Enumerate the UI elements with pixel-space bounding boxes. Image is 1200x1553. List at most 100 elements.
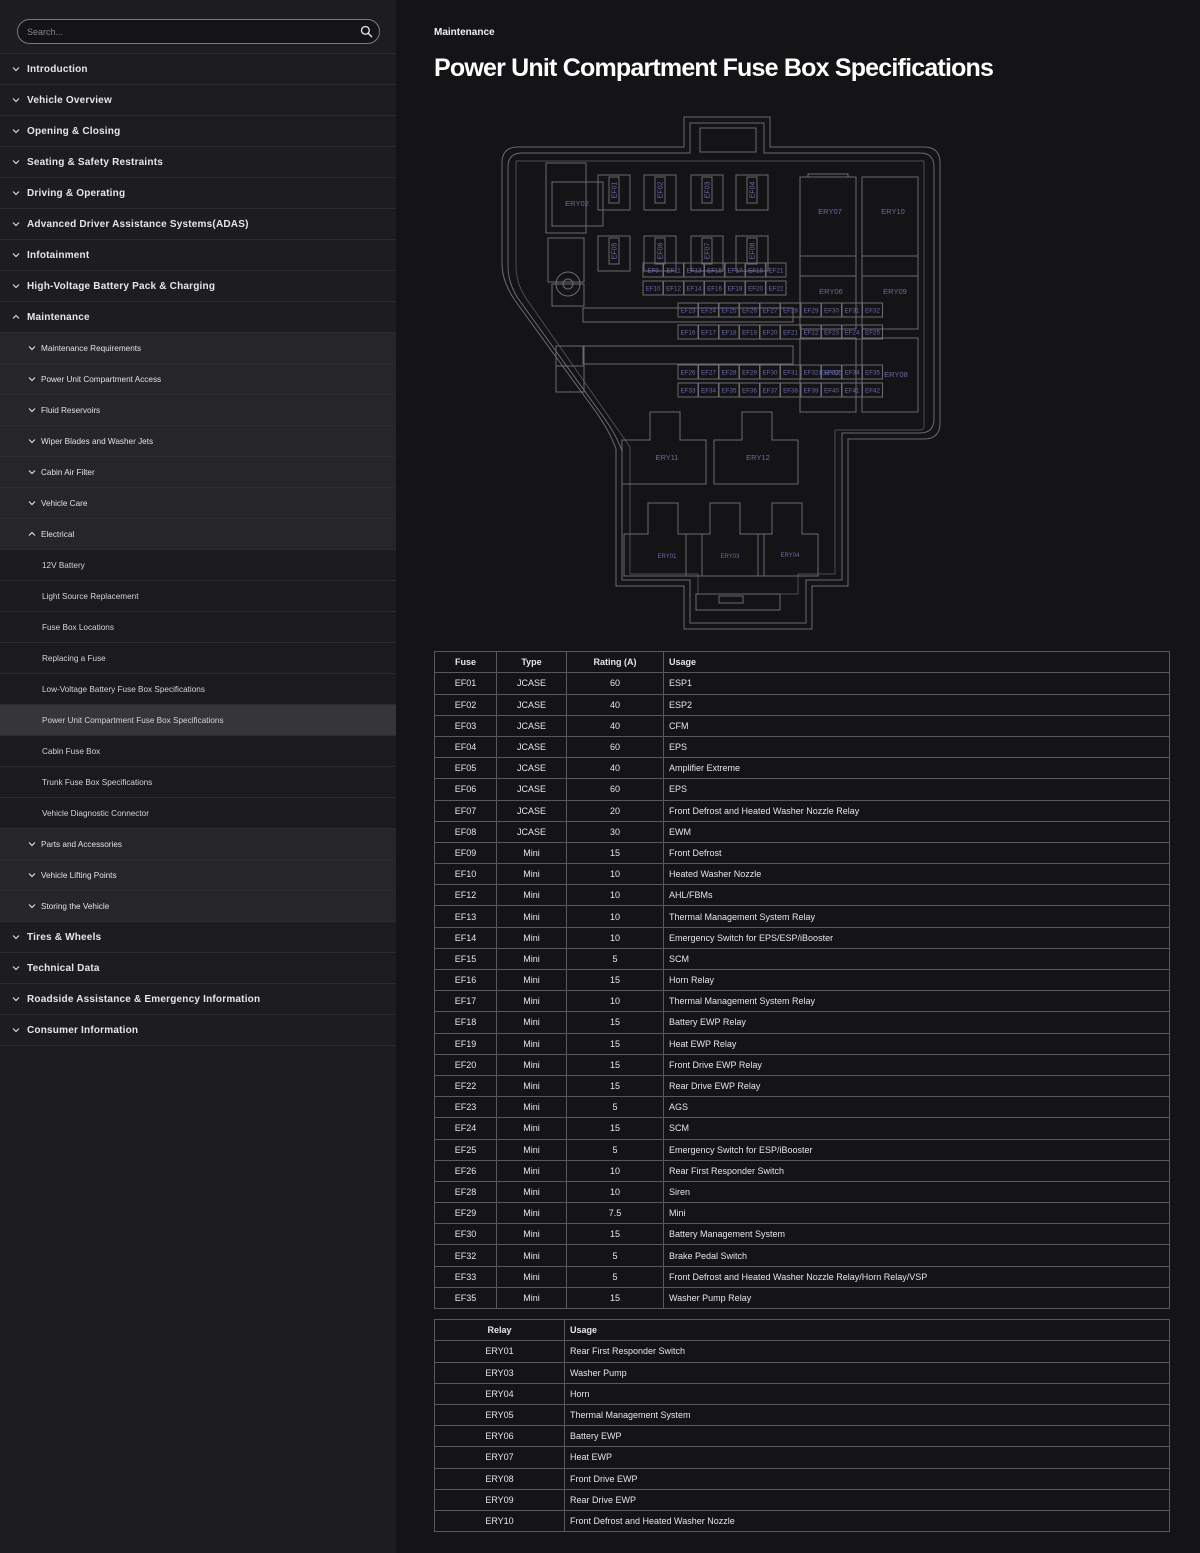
sidebar-item-power-unit-compartment-access[interactable]: Power Unit Compartment Access <box>0 364 396 395</box>
table-header-row: Fuse Type Rating (A) Usage <box>434 650 1170 674</box>
chevron-down-icon[interactable] <box>27 901 37 911</box>
relay-id-cell: ERY01 <box>434 1340 565 1363</box>
sidebar-item-tires-wheels[interactable]: Tires & Wheels <box>0 922 396 953</box>
fuse-rating-cell: 10 <box>566 863 664 886</box>
mini-fuse-label: EF12 <box>666 286 681 293</box>
sidebar-item-label: Seating & Safety Restraints <box>27 156 163 168</box>
table-row: EF04 JCASE 60 EPS <box>434 735 1170 759</box>
sidebar-item-label: Fluid Reservoirs <box>41 405 101 415</box>
chevron-down-icon[interactable] <box>11 64 21 74</box>
sidebar-item-light-source-replacement[interactable]: Light Source Replacement <box>0 581 396 612</box>
sidebar-item-technical-data[interactable]: Technical Data <box>0 953 396 984</box>
sidebar-item-fluid-reservoirs[interactable]: Fluid Reservoirs <box>0 395 396 426</box>
search-input[interactable] <box>27 24 347 39</box>
sidebar-item-infotainment[interactable]: Infotainment <box>0 240 396 271</box>
chevron-down-icon[interactable] <box>11 932 21 942</box>
chevron-down-icon[interactable] <box>11 126 21 136</box>
sidebar-item-introduction[interactable]: Introduction <box>0 54 396 85</box>
sidebar-item-maintenance-requirements[interactable]: Maintenance Requirements <box>0 333 396 364</box>
sidebar-item-maintenance[interactable]: Maintenance <box>0 302 396 333</box>
search-box[interactable] <box>17 19 380 44</box>
sidebar-item-low-voltage-battery-fuse-box-specifications[interactable]: Low-Voltage Battery Fuse Box Specificati… <box>0 674 396 705</box>
fuse-usage-cell: Battery EWP Relay <box>663 1011 1170 1034</box>
sidebar-item-storing-the-vehicle[interactable]: Storing the Vehicle <box>0 891 396 922</box>
sidebar-item-label: Vehicle Diagnostic Connector <box>42 808 149 818</box>
search-icon[interactable] <box>360 25 373 38</box>
fuse-usage-cell: AGS <box>663 1096 1170 1119</box>
sidebar-item-roadside-assistance-emergency-information[interactable]: Roadside Assistance & Emergency Informat… <box>0 984 396 1015</box>
chevron-down-icon[interactable] <box>27 870 37 880</box>
chevron-down-icon[interactable] <box>27 498 37 508</box>
jcase-fuse-label: EF03 <box>705 182 712 199</box>
chevron-down-icon[interactable] <box>11 219 21 229</box>
fuse-rating-cell: 60 <box>566 672 664 695</box>
sidebar-item-label: Power Unit Compartment Fuse Box Specific… <box>42 715 224 725</box>
fuse-box-diagram: EF01 EF02 EF03 EF04 EF05 EF06 EF07 EF08 EF9 EF1… <box>501 116 941 630</box>
sidebar-item-label: Consumer Information <box>27 1024 139 1036</box>
sidebar-item-advanced-driver-assistance-systems-adas[interactable]: Advanced Driver Assistance Systems(ADAS) <box>0 209 396 240</box>
search-bar <box>0 0 396 54</box>
chevron-down-icon[interactable] <box>27 374 37 384</box>
sidebar-item-vehicle-overview[interactable]: Vehicle Overview <box>0 85 396 116</box>
sidebar-item-high-voltage-battery-pack-charging[interactable]: High-Voltage Battery Pack & Charging <box>0 271 396 302</box>
fuse-usage-cell: Front Defrost and Heated Washer Nozzle R… <box>663 1265 1170 1288</box>
fuse-id-cell: EF07 <box>434 799 497 822</box>
table-row: EF14 Mini 10 Emergency Switch for EPS/ESP/i… <box>434 926 1170 949</box>
fuse-type-cell: Mini <box>496 1265 567 1288</box>
chevron-down-icon[interactable] <box>11 250 21 260</box>
chevron-down-icon[interactable] <box>27 839 37 849</box>
fuse-id-cell: EF16 <box>434 969 497 992</box>
mini-fuse-label: EF16 <box>681 330 696 337</box>
sidebar-item-opening-closing[interactable]: Opening & Closing <box>0 116 396 147</box>
sidebar-item-vehicle-care[interactable]: Vehicle Care <box>0 488 396 519</box>
sidebar-item-parts-and-accessories[interactable]: Parts and Accessories <box>0 829 396 860</box>
sidebar-item-seating-safety-restraints[interactable]: Seating & Safety Restraints <box>0 147 396 178</box>
chevron-down-icon[interactable] <box>11 994 21 1004</box>
sidebar-item-consumer-information[interactable]: Consumer Information <box>0 1015 396 1046</box>
chevron-down-icon[interactable] <box>11 963 21 973</box>
fuse-id-cell: EF20 <box>434 1053 497 1076</box>
sidebar-item-label: Roadside Assistance & Emergency Informat… <box>27 993 261 1005</box>
relay-id-cell: ERY08 <box>434 1467 565 1490</box>
fuse-type-cell: Mini <box>496 1159 567 1182</box>
sidebar-item-driving-operating[interactable]: Driving & Operating <box>0 178 396 209</box>
chevron-up-icon[interactable] <box>27 529 37 539</box>
sidebar-item-12v-battery[interactable]: 12V Battery <box>0 550 396 581</box>
breadcrumb[interactable]: Maintenance <box>434 27 495 38</box>
chevron-down-icon[interactable] <box>11 281 21 291</box>
sidebar-item-electrical[interactable]: Electrical <box>0 519 396 550</box>
chevron-down-icon[interactable] <box>11 1025 21 1035</box>
sidebar-item-trunk-fuse-box-specifications[interactable]: Trunk Fuse Box Specifications <box>0 767 396 798</box>
chevron-down-icon[interactable] <box>11 188 21 198</box>
relay-usage-cell: Rear First Responder Switch <box>564 1340 1170 1363</box>
sidebar-item-cabin-fuse-box[interactable]: Cabin Fuse Box <box>0 736 396 767</box>
sidebar-item-power-unit-compartment-fuse-box-specifications[interactable]: Power Unit Compartment Fuse Box Specific… <box>0 705 396 736</box>
chevron-down-icon[interactable] <box>27 405 37 415</box>
sidebar-item-vehicle-diagnostic-connector[interactable]: Vehicle Diagnostic Connector <box>0 798 396 829</box>
sidebar-item-fuse-box-locations[interactable]: Fuse Box Locations <box>0 612 396 643</box>
sidebar-item-label: Fuse Box Locations <box>42 622 114 632</box>
chevron-down-icon[interactable] <box>27 467 37 477</box>
mini-fuse-label: EF10 <box>646 286 661 293</box>
sidebar-item-replacing-a-fuse[interactable]: Replacing a Fuse <box>0 643 396 674</box>
table-row: EF22 Mini 15 Rear Drive EWP Relay <box>434 1074 1170 1098</box>
fuse-type-cell: Mini <box>496 990 567 1013</box>
table-row: EF08 JCASE 30 EWM <box>434 820 1170 843</box>
sidebar-item-vehicle-lifting-points[interactable]: Vehicle Lifting Points <box>0 860 396 891</box>
chevron-up-icon[interactable] <box>11 312 21 322</box>
table-row: EF15 Mini 5 SCM <box>434 947 1170 971</box>
fuse-rating-cell: 10 <box>566 990 664 1013</box>
fuse-type-cell: Mini <box>496 884 567 907</box>
chevron-down-icon[interactable] <box>27 343 37 353</box>
sidebar-item-wiper-blades-and-washer-jets[interactable]: Wiper Blades and Washer Jets <box>0 426 396 457</box>
sidebar-item-cabin-air-filter[interactable]: Cabin Air Filter <box>0 457 396 488</box>
fuse-rating-cell: 10 <box>566 905 664 928</box>
table-row: EF29 Mini 7.5 Mini <box>434 1202 1170 1225</box>
fuse-id-cell: EF26 <box>434 1159 497 1182</box>
fuse-id-cell: EF14 <box>434 926 497 949</box>
chevron-down-icon[interactable] <box>27 436 37 446</box>
relay-ery01-label: ERY01 <box>658 554 678 560</box>
chevron-down-icon[interactable] <box>11 95 21 105</box>
chevron-down-icon[interactable] <box>11 157 21 167</box>
mini-fuse-label: EF30 <box>763 370 778 377</box>
